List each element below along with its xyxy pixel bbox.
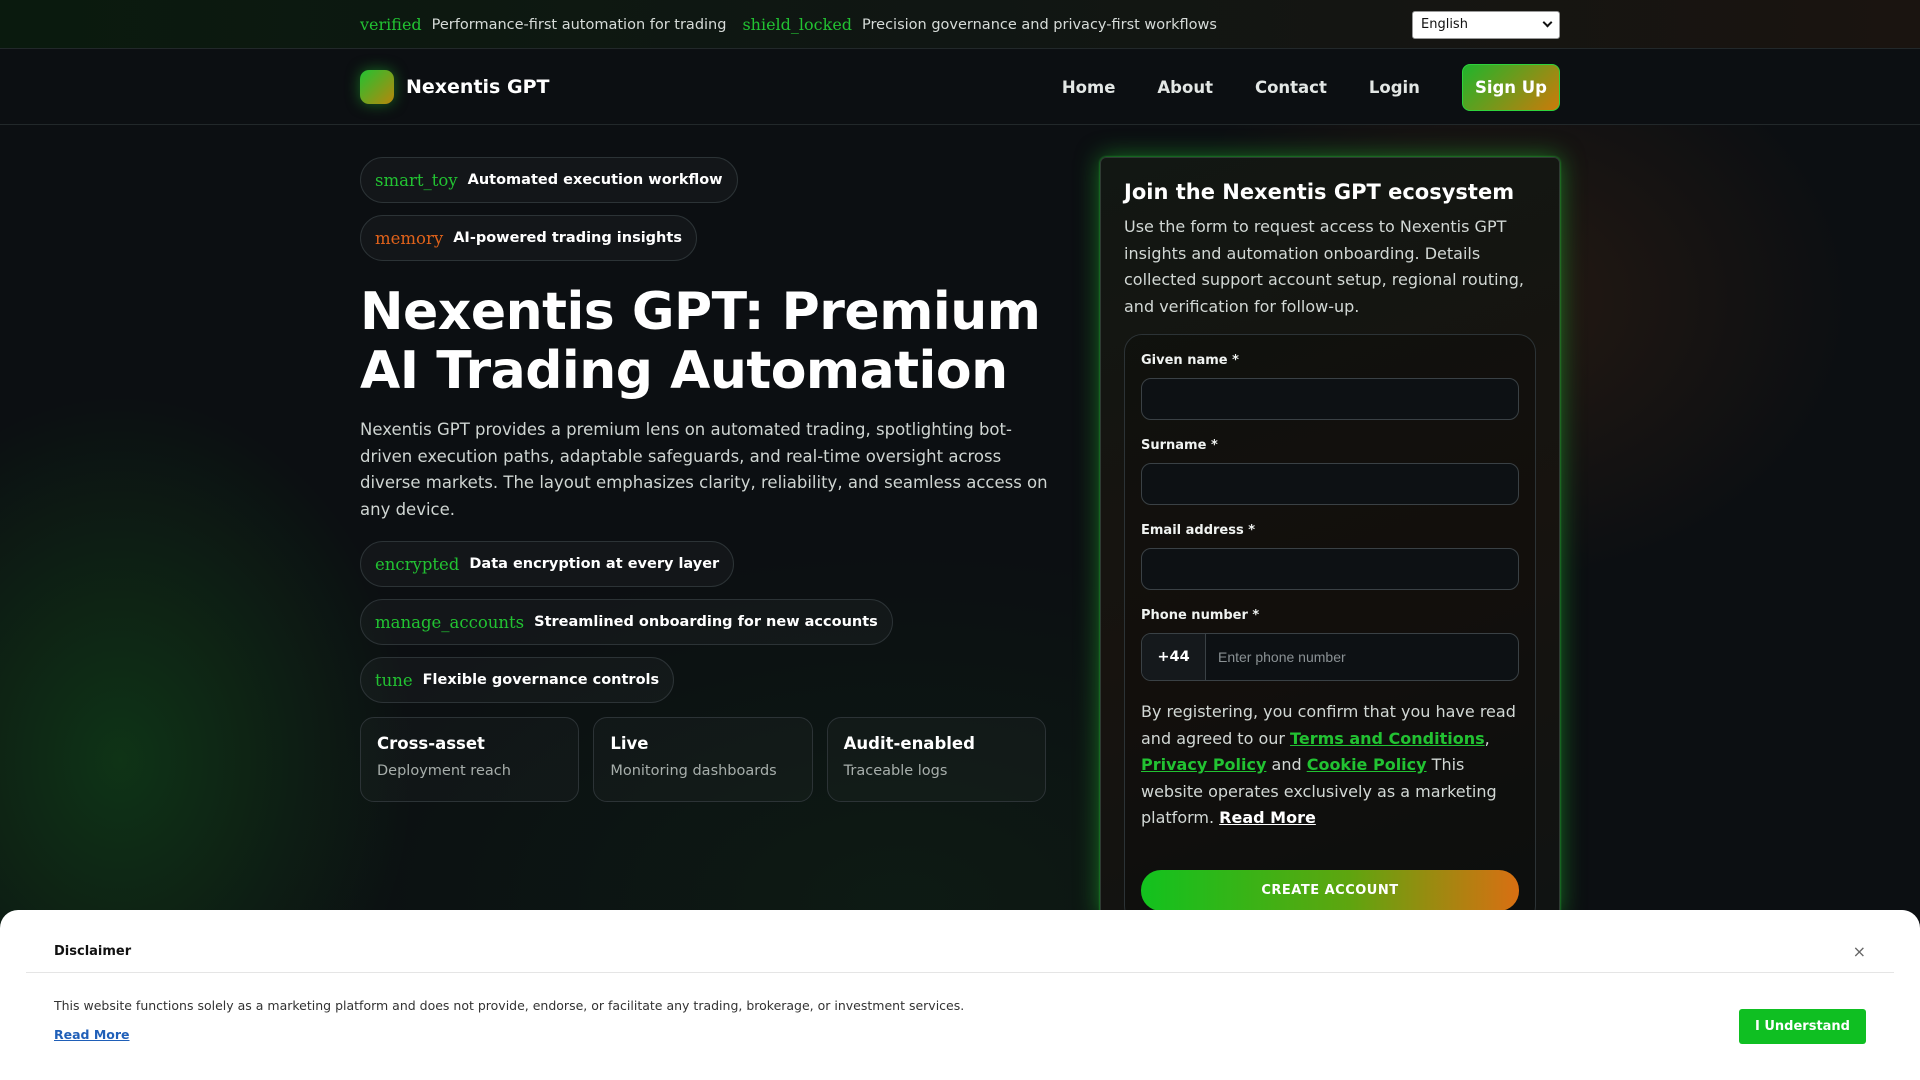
- hero-section: smart_toy Automated execution workflow m…: [360, 157, 1060, 802]
- tune-icon: tune: [375, 670, 413, 690]
- topbar-item-text: Precision governance and privacy-first w…: [862, 16, 1217, 33]
- chevron-down-icon: [1542, 17, 1553, 28]
- feature-governance: tune Flexible governance controls: [360, 657, 675, 703]
- stat-card-live: Live Monitoring dashboards: [593, 717, 813, 802]
- stat-title: Live: [610, 734, 649, 753]
- brand-name[interactable]: Nexentis GPT: [406, 76, 549, 98]
- topbar-item-performance: verified Performance-first automation fo…: [360, 15, 726, 34]
- signup-form-card: Join the Nexentis GPT ecosystem Use the …: [1100, 157, 1560, 924]
- feature-text: Flexible governance controls: [422, 672, 660, 688]
- nav-link-home[interactable]: Home: [1062, 78, 1116, 97]
- pill-text: Automated execution workflow: [467, 172, 723, 188]
- phone-field: +44: [1141, 633, 1519, 681]
- disclaimer-text: This website functions solely as a marke…: [54, 998, 965, 1013]
- stats-row: Cross-asset Deployment reach Live Monito…: [360, 717, 1060, 802]
- nav-link-contact[interactable]: Contact: [1255, 78, 1327, 97]
- memory-icon: memory: [375, 228, 444, 248]
- stat-card-audit: Audit-enabled Traceable logs: [826, 717, 1046, 802]
- surname-label: Surname *: [1141, 438, 1218, 453]
- phone-label: Phone number *: [1141, 608, 1260, 623]
- feature-onboarding: manage_accounts Streamlined onboarding f…: [360, 599, 893, 645]
- shield-locked-icon: shield_locked: [742, 15, 853, 34]
- language-select[interactable]: English: [1412, 10, 1560, 39]
- hero-description: Nexentis GPT provides a premium lens on …: [360, 420, 1048, 519]
- disclaimer-read-more-link[interactable]: Read More: [54, 1027, 130, 1042]
- close-icon[interactable]: ×: [1853, 942, 1866, 961]
- stat-title: Cross-asset: [377, 734, 485, 753]
- logo-icon[interactable]: [360, 70, 394, 104]
- form-title: Join the Nexentis GPT ecosystem: [1124, 180, 1515, 204]
- topbar-item-governance: shield_locked Precision governance and p…: [742, 15, 1216, 34]
- stat-subtitle: Monitoring dashboards: [610, 763, 777, 779]
- pill-automated-execution: smart_toy Automated execution workflow: [360, 157, 738, 203]
- nav-link-login[interactable]: Login: [1369, 78, 1420, 97]
- phone-country-code[interactable]: +44: [1142, 634, 1206, 680]
- nav-link-about[interactable]: About: [1157, 78, 1213, 97]
- consent-text: By registering, you confirm that you hav…: [1141, 699, 1519, 832]
- email-input[interactable]: [1141, 548, 1519, 590]
- given-name-label: Given name *: [1141, 353, 1239, 368]
- i-understand-button[interactable]: I Understand: [1739, 1009, 1866, 1044]
- surname-input[interactable]: [1141, 463, 1519, 505]
- terms-link[interactable]: Terms and Conditions: [1290, 729, 1485, 748]
- consent-comma: ,: [1484, 728, 1490, 748]
- disclaimer-banner: Disclaimer × This website functions sole…: [0, 910, 1920, 1080]
- pill-ai-insights: memory AI-powered trading insights: [360, 215, 697, 261]
- consent-and: and: [1266, 755, 1307, 774]
- stat-subtitle: Deployment reach: [377, 763, 511, 779]
- stat-title: Audit-enabled: [843, 734, 975, 753]
- smart-toy-icon: smart_toy: [375, 170, 458, 190]
- page-title: Nexentis GPT: Premium AI Trading Automat…: [360, 282, 1041, 401]
- nav-links: Home About Contact Login Sign Up: [1020, 63, 1560, 111]
- registration-form: Given name * Surname * Email address * P…: [1124, 334, 1536, 924]
- encrypted-icon: encrypted: [375, 554, 460, 574]
- read-more-link[interactable]: Read More: [1219, 808, 1316, 827]
- manage-accounts-icon: manage_accounts: [375, 612, 525, 632]
- form-description: Use the form to request access to Nexent…: [1124, 217, 1524, 316]
- feature-list: encrypted Data encryption at every layer…: [360, 541, 1060, 715]
- phone-input[interactable]: [1206, 634, 1518, 680]
- cookie-link[interactable]: Cookie Policy: [1307, 755, 1427, 774]
- stat-subtitle: Traceable logs: [843, 763, 948, 779]
- feature-text: Data encryption at every layer: [469, 556, 720, 572]
- given-name-input[interactable]: [1141, 378, 1519, 420]
- feature-text: Streamlined onboarding for new accounts: [534, 614, 878, 630]
- disclaimer-title: Disclaimer: [54, 944, 132, 959]
- pill-text: AI-powered trading insights: [453, 230, 682, 246]
- feature-encryption: encrypted Data encryption at every layer: [360, 541, 735, 587]
- disclaimer-divider: [26, 972, 1894, 973]
- signup-button[interactable]: Sign Up: [1461, 63, 1560, 111]
- verified-icon: verified: [360, 15, 422, 34]
- topbar-item-text: Performance-first automation for trading: [431, 16, 727, 33]
- language-select-value: English: [1421, 17, 1468, 32]
- email-label: Email address *: [1141, 523, 1256, 538]
- privacy-link[interactable]: Privacy Policy: [1141, 755, 1266, 774]
- main-navigation: Nexentis GPT Home About Contact Login Si…: [0, 49, 1920, 125]
- create-account-button[interactable]: CREATE ACCOUNT: [1141, 869, 1519, 911]
- top-announcement-bar: verified Performance-first automation fo…: [0, 0, 1920, 49]
- stat-card-cross-asset: Cross-asset Deployment reach: [360, 717, 580, 802]
